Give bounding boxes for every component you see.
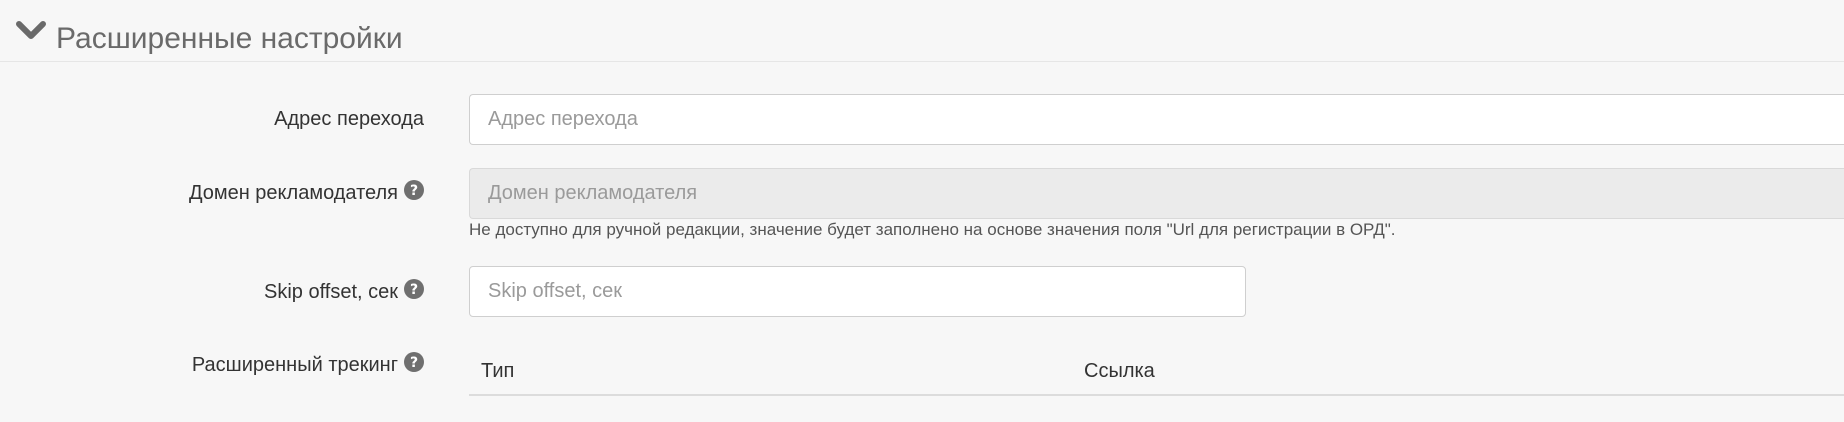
extended-tracking-label-text: Расширенный трекинг (191, 354, 398, 376)
column-header-link: Ссылка (1084, 360, 1155, 382)
advertiser-domain-label-text: Домен рекламодателя (188, 182, 398, 204)
redirect-url-input[interactable] (469, 94, 1844, 145)
advertiser-domain-hint: Не доступно для ручной редакции, значени… (469, 220, 1396, 239)
skip-offset-label: Skip offset, сек ? (264, 279, 424, 305)
svg-text:?: ? (410, 282, 418, 298)
advanced-settings-header[interactable]: Расширенные настройки (0, 0, 1844, 62)
redirect-url-label: Адрес перехода (274, 106, 424, 132)
skip-offset-input[interactable] (469, 266, 1246, 317)
help-icon[interactable]: ? (404, 279, 424, 299)
tracking-table-header: Тип Ссылка (469, 352, 1844, 396)
help-icon[interactable]: ? (404, 352, 424, 372)
extended-tracking-label: Расширенный трекинг ? (192, 352, 424, 378)
section-title: Расширенные настройки (56, 22, 403, 55)
skip-offset-label-text: Skip offset, сек (263, 281, 398, 303)
advertiser-domain-label: Домен рекламодателя ? (189, 180, 424, 206)
advertiser-domain-input (469, 168, 1844, 219)
help-icon[interactable]: ? (404, 180, 424, 200)
column-header-type: Тип (481, 360, 515, 382)
svg-text:?: ? (410, 355, 418, 371)
svg-text:?: ? (410, 183, 418, 199)
redirect-url-label-text: Адрес перехода (274, 108, 424, 130)
chevron-down-icon[interactable] (16, 20, 46, 42)
